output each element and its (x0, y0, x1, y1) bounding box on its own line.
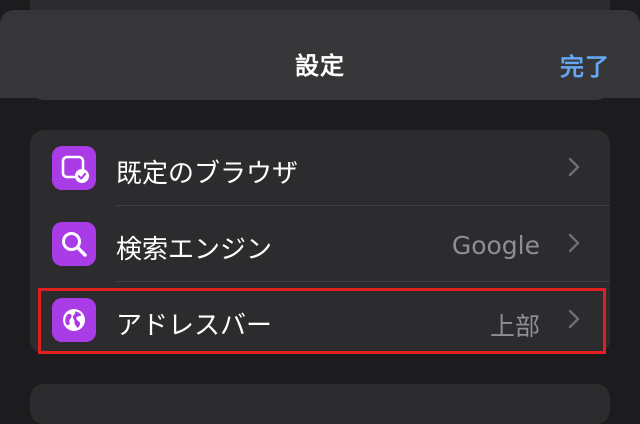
next-settings-group (30, 384, 610, 424)
settings-row-label: 既定のブラウザ (116, 159, 299, 189)
settings-row-label: 検索エンジン (116, 235, 273, 265)
settings-row-value: Google (451, 231, 540, 260)
done-button[interactable]: 完了 (560, 47, 610, 82)
highlight-box (38, 288, 606, 354)
settings-row-search-engine[interactable]: 検索エンジン Google (30, 206, 610, 281)
navigation-bar: 設定 完了 (0, 10, 640, 98)
page-title: 設定 (295, 52, 345, 80)
navigation-bar-bottom (30, 86, 610, 100)
chevron-right-icon (568, 233, 580, 253)
settings-row-default-browser[interactable]: 既定のブラウザ (30, 130, 610, 205)
chevron-right-icon (568, 157, 580, 177)
search-icon (52, 222, 96, 266)
default-browser-icon (52, 146, 96, 190)
